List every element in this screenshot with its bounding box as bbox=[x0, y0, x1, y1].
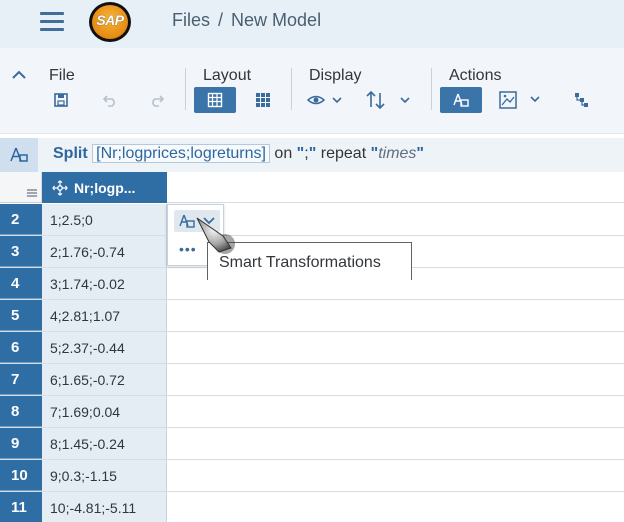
data-cell[interactable]: 3;1.74;-0.02 bbox=[42, 268, 167, 299]
data-cell[interactable]: 4;2.81;1.07 bbox=[42, 300, 167, 331]
data-cell[interactable]: 6;1.65;-0.72 bbox=[42, 364, 167, 395]
delimiter-quote-close: " bbox=[308, 145, 317, 162]
times-quote-close: " bbox=[416, 145, 425, 162]
transform-times-placeholder[interactable]: times bbox=[378, 145, 416, 162]
transformation-expression[interactable]: Split [Nr;logprices;logreturns] on ";" r… bbox=[53, 144, 425, 163]
data-cell[interactable]: 7;1.69;0.04 bbox=[42, 396, 167, 427]
chevron-up-icon[interactable] bbox=[10, 66, 28, 84]
breadcrumb: Files / New Model bbox=[172, 10, 321, 31]
table-row: 8 7;1.69;0.04 bbox=[0, 396, 624, 428]
breadcrumb-separator: / bbox=[218, 10, 224, 30]
transform-action: Split bbox=[53, 145, 88, 162]
row-number[interactable]: 5 bbox=[0, 300, 42, 331]
row-number[interactable]: 9 bbox=[0, 428, 42, 459]
toolbar-separator bbox=[291, 68, 292, 110]
table-row: 6 5;2.37;-0.44 bbox=[0, 332, 624, 364]
column-header-label: Nr;logp... bbox=[74, 179, 136, 196]
column-type-icon bbox=[52, 179, 68, 196]
grid-view-icon[interactable] bbox=[194, 87, 236, 113]
sap-logo[interactable]: SAP bbox=[89, 2, 131, 42]
table-row: 9 8;1.45;-0.24 bbox=[0, 428, 624, 460]
data-grid: Nr;logp... 2 1;2.5;0 3 2;1.76;-0.74 4 3;1.7… bbox=[0, 172, 624, 522]
group-label-display: Display bbox=[309, 67, 362, 84]
row-number[interactable]: 2 bbox=[0, 204, 42, 235]
data-cell[interactable]: 5;2.37;-0.44 bbox=[42, 332, 167, 363]
undo-icon[interactable] bbox=[100, 87, 120, 113]
table-row: 11 10;-4.81;-5.11 bbox=[0, 492, 624, 522]
data-cell[interactable]: 2;1.76;-0.74 bbox=[42, 236, 167, 267]
transformation-bar[interactable]: Split [Nr;logprices;logreturns] on ";" r… bbox=[0, 138, 624, 172]
table-row: 7 6;1.65;-0.72 bbox=[0, 364, 624, 396]
save-icon[interactable] bbox=[51, 87, 71, 113]
breadcrumb-files[interactable]: Files bbox=[172, 10, 210, 30]
group-label-layout: Layout bbox=[203, 67, 252, 84]
group-label-actions: Actions bbox=[449, 67, 502, 84]
card-view-icon[interactable] bbox=[252, 87, 274, 113]
smart-transform-icon[interactable] bbox=[0, 138, 38, 172]
row-number[interactable]: 7 bbox=[0, 364, 42, 395]
data-cell[interactable]: 8;1.45;-0.24 bbox=[42, 428, 167, 459]
logo-text: SAP bbox=[96, 12, 124, 28]
breadcrumb-current: New Model bbox=[231, 10, 322, 30]
shell-bar: SAP Files / New Model bbox=[0, 0, 624, 48]
mouse-cursor-icon bbox=[196, 217, 235, 254]
data-cell[interactable]: 9;0.3;-1.15 bbox=[42, 460, 167, 491]
eye-icon[interactable] bbox=[305, 87, 347, 113]
group-label-file: File bbox=[49, 67, 75, 84]
toolbar-separator bbox=[185, 68, 186, 110]
toolbar: File Layout Display Actions bbox=[0, 48, 624, 134]
table-row: 5 4;2.81;1.07 bbox=[0, 300, 624, 332]
row-number[interactable]: 3 bbox=[0, 236, 42, 267]
smart-transform-icon[interactable] bbox=[440, 87, 482, 113]
column-header[interactable]: Nr;logp... bbox=[42, 172, 167, 203]
row-number[interactable]: 11 bbox=[0, 492, 42, 522]
transform-on-word: on bbox=[274, 145, 293, 162]
grid-corner[interactable] bbox=[0, 172, 42, 203]
row-number[interactable]: 10 bbox=[0, 460, 42, 491]
hierarchy-icon[interactable] bbox=[570, 87, 592, 113]
transform-repeat-word: repeat bbox=[320, 145, 367, 162]
image-icon[interactable] bbox=[497, 87, 545, 113]
row-number[interactable]: 4 bbox=[0, 268, 42, 299]
row-number[interactable]: 6 bbox=[0, 332, 42, 363]
table-row: 10 9;0.3;-1.15 bbox=[0, 460, 624, 492]
sort-icon[interactable] bbox=[363, 87, 415, 113]
transform-column-token[interactable]: [Nr;logprices;logreturns] bbox=[92, 144, 270, 163]
header-empty bbox=[167, 172, 624, 203]
data-cell[interactable]: 1;2.5;0 bbox=[42, 204, 167, 235]
redo-icon[interactable] bbox=[147, 87, 167, 113]
row-number[interactable]: 8 bbox=[0, 396, 42, 427]
menu-icon[interactable] bbox=[40, 12, 64, 32]
table-row: 2 1;2.5;0 bbox=[0, 204, 624, 236]
rows-menu-icon[interactable] bbox=[26, 188, 38, 198]
data-cell[interactable]: 10;-4.81;-5.11 bbox=[42, 492, 167, 522]
toolbar-separator bbox=[431, 68, 432, 110]
